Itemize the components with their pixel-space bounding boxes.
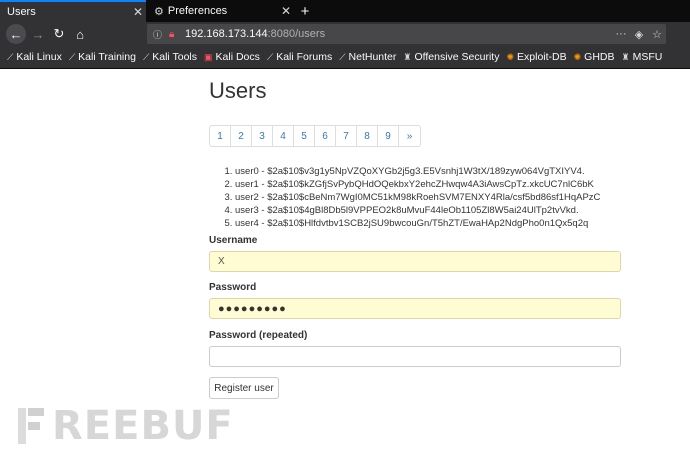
bookmark-msfu[interactable]: ♜ MSFU — [622, 51, 663, 63]
kali-dragon-icon: ⟋ — [339, 51, 346, 62]
watermark-text: REEBUF — [52, 403, 234, 449]
site-info-icon[interactable]: ⓘ — [153, 28, 163, 41]
offsec-icon: ♜ — [403, 51, 412, 62]
bookmarks-toolbar: ⟋ Kali Linux ⟋ Kali Training ⟋ Kali Tools ▣… — [0, 46, 690, 69]
bookmark-kali-forums[interactable]: ⟋ Kali Forums — [267, 51, 332, 63]
password-field[interactable]: ●●●●●●●●● — [209, 298, 621, 319]
bookmark-kali-docs[interactable]: ▣ Kali Docs — [204, 51, 260, 63]
page-link-7[interactable]: 7 — [336, 126, 357, 146]
insecure-lock-icon[interactable]: 🔒︎ — [169, 29, 179, 40]
gear-icon: ⚙ — [154, 5, 164, 18]
page-link-next[interactable]: » — [399, 126, 420, 146]
back-arrow-icon[interactable]: ← — [6, 24, 26, 44]
kali-dragon-icon: ⟋ — [68, 51, 76, 62]
list-item: user1 - $2a$10$kZGfjSvPybQHdOQekbxY2ehcZ… — [235, 178, 600, 191]
navigation-toolbar: ← → ↻ ⌂ ⓘ 🔒︎ 192.168.173.144 :8080/users… — [0, 22, 690, 46]
list-item: user2 - $2a$10$cBeNm7WgI0MC51kM98kRoehSV… — [235, 191, 600, 204]
bookmark-ghdb[interactable]: ✺ GHDB — [574, 51, 615, 63]
bookmark-offensive-security[interactable]: ♜ Offensive Security — [403, 51, 499, 63]
kali-docs-icon: ▣ — [204, 51, 213, 62]
freebuf-logo-icon — [16, 408, 46, 444]
tab-bar: Users ✕ ⚙ Preferences ✕ + — [0, 0, 690, 22]
watermark: REEBUF — [16, 404, 234, 448]
tab-preferences[interactable]: ⚙ Preferences ✕ — [146, 0, 294, 22]
password-repeat-field[interactable] — [209, 346, 621, 367]
home-icon[interactable]: ⌂ — [70, 24, 90, 44]
ghdb-icon: ✺ — [573, 51, 582, 62]
bookmark-star-icon[interactable]: ☆ — [648, 28, 666, 41]
url-host: 192.168.173.144 — [185, 28, 268, 40]
close-icon[interactable]: ✕ — [278, 4, 294, 18]
bookmark-kali-training[interactable]: ⟋ Kali Training — [69, 51, 136, 63]
forward-arrow-icon[interactable]: → — [28, 24, 48, 44]
url-bar[interactable]: ⓘ 🔒︎ 192.168.173.144 :8080/users ··· ◈ ☆ — [147, 24, 666, 44]
msfu-icon: ♜ — [621, 51, 630, 62]
page-link-3[interactable]: 3 — [252, 126, 273, 146]
list-item: user4 - $2a$10$Hlfdvtbv1SCB2jSU9bwcouGn/… — [235, 217, 600, 230]
page-actions-icon[interactable]: ··· — [612, 28, 630, 40]
kali-dragon-icon: ⟋ — [7, 51, 14, 62]
page-link-2[interactable]: 2 — [231, 126, 252, 146]
password-label: Password — [209, 282, 257, 293]
page-link-5[interactable]: 5 — [294, 126, 315, 146]
bookmark-exploit-db[interactable]: ✺ Exploit-DB — [506, 51, 566, 63]
tab-label: Preferences — [167, 5, 228, 17]
page-link-4[interactable]: 4 — [273, 126, 294, 146]
username-label: Username — [209, 235, 258, 246]
register-user-button[interactable]: Register user — [209, 377, 279, 399]
kali-dragon-icon: ⟋ — [142, 51, 150, 62]
list-item: user0 - $2a$10$v3g1y5NpVZQoXYGb2j5g3.E5V… — [235, 165, 600, 178]
page-link-6[interactable]: 6 — [315, 126, 336, 146]
kali-dragon-icon: ⟋ — [266, 51, 274, 62]
password-repeat-label: Password (repeated) — [209, 330, 308, 341]
list-item: user3 - $2a$10$4gBl8Db5l9VPPEO2k8uMvuF44… — [235, 204, 600, 217]
reload-icon[interactable]: ↻ — [49, 24, 69, 44]
page-link-8[interactable]: 8 — [357, 126, 378, 146]
close-icon[interactable]: ✕ — [130, 5, 146, 19]
exploit-db-icon: ✺ — [506, 51, 515, 62]
page-link-1[interactable]: 1 — [210, 126, 231, 146]
url-path: :8080/users — [267, 28, 326, 40]
bookmark-kali-tools[interactable]: ⟋ Kali Tools — [143, 51, 197, 63]
pocket-icon[interactable]: ◈ — [630, 28, 648, 41]
tab-label: Users — [7, 6, 36, 18]
bookmark-kali-linux[interactable]: ⟋ Kali Linux — [7, 51, 62, 63]
pagination: 1 2 3 4 5 6 7 8 9 » — [209, 125, 421, 147]
page-link-9[interactable]: 9 — [378, 126, 399, 146]
user-list: user0 - $2a$10$v3g1y5NpVZQoXYGb2j5g3.E5V… — [209, 165, 600, 230]
new-tab-button[interactable]: + — [296, 0, 314, 22]
username-field[interactable]: X — [209, 251, 621, 272]
page-title: Users — [209, 78, 267, 103]
bookmark-nethunter[interactable]: ⟋ NetHunter — [339, 51, 396, 63]
tab-users[interactable]: Users ✕ — [0, 0, 146, 22]
